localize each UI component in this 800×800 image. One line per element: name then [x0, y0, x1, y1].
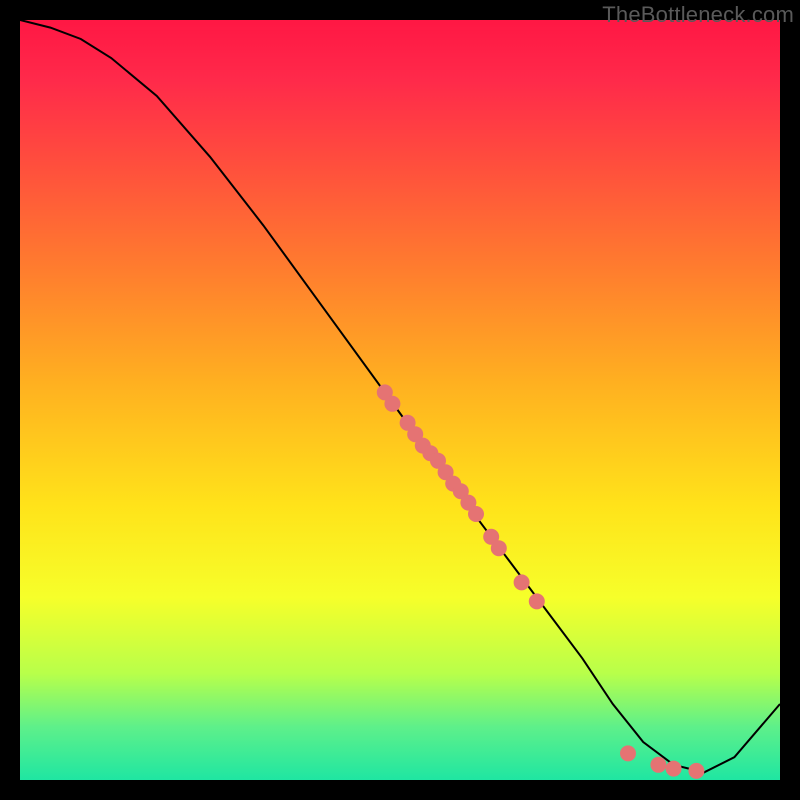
- marker-dot: [384, 396, 400, 412]
- curve-line: [20, 20, 780, 772]
- marker-dot: [666, 761, 682, 777]
- marker-dot: [468, 506, 484, 522]
- plot-area: [20, 20, 780, 780]
- marker-dot: [514, 574, 530, 590]
- marker-dot: [688, 763, 704, 779]
- marker-group: [377, 384, 705, 779]
- marker-dot: [491, 540, 507, 556]
- marker-dot: [620, 745, 636, 761]
- chart-stage: TheBottleneck.com: [0, 0, 800, 800]
- marker-dot: [529, 593, 545, 609]
- marker-dot: [650, 757, 666, 773]
- chart-overlay: [20, 20, 780, 780]
- watermark-text: TheBottleneck.com: [602, 2, 794, 28]
